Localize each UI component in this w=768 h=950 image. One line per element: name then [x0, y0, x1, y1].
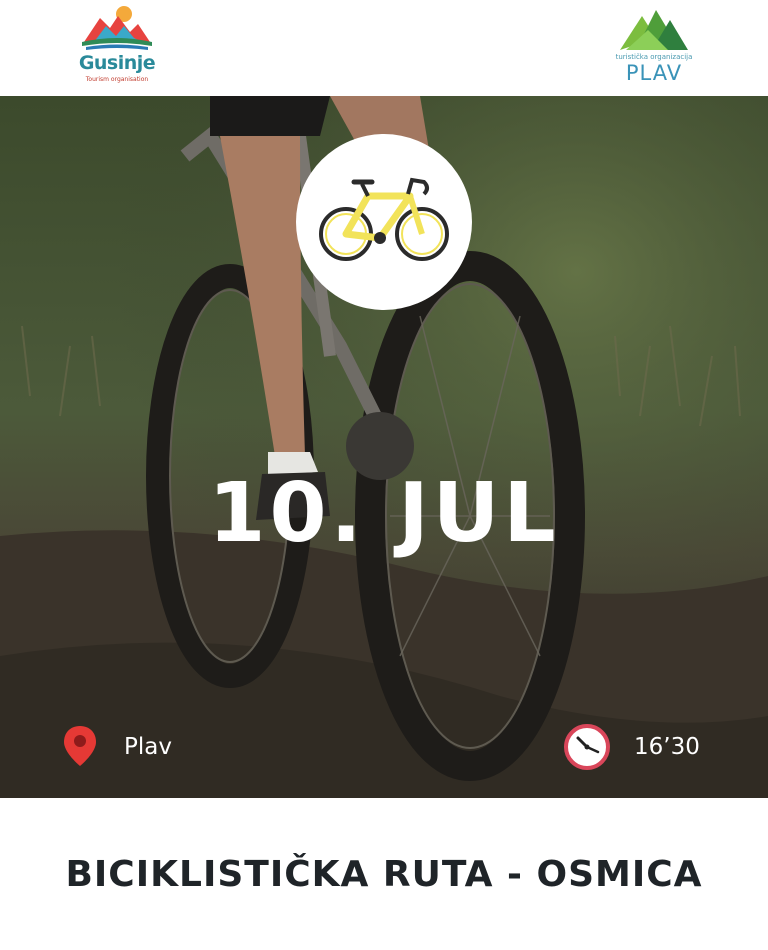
plav-logo-text: PLAV	[625, 61, 683, 85]
clock-icon	[564, 724, 610, 770]
plav-logo-tagline: turistička organizacija	[615, 53, 693, 61]
gusinje-emblem-icon	[82, 6, 152, 50]
plav-mountains-icon	[620, 10, 688, 50]
bicycle-badge	[296, 134, 472, 310]
event-time: 16’30	[634, 734, 700, 760]
gusinje-logo[interactable]: Gusinje Tourism organisation	[72, 4, 162, 88]
plav-logo[interactable]: turistička organizacija PLAV	[612, 6, 696, 88]
event-location: Plav	[124, 734, 172, 760]
header-bar: Gusinje Tourism organisation turistička …	[0, 0, 768, 96]
route-title: BICIKLISTIČKA RUTA - OSMICA	[65, 854, 703, 895]
footer-panel: BICIKLISTIČKA RUTA - OSMICA	[0, 798, 768, 950]
hero-photo: 10. JUL Plav 16’30	[0, 96, 768, 798]
event-date: 10. JUL	[208, 466, 560, 561]
bicycle-icon	[319, 177, 449, 261]
gusinje-logo-tagline: Tourism organisation	[85, 76, 149, 83]
map-pin-icon	[62, 724, 98, 768]
gusinje-logo-text: Gusinje	[78, 52, 156, 74]
